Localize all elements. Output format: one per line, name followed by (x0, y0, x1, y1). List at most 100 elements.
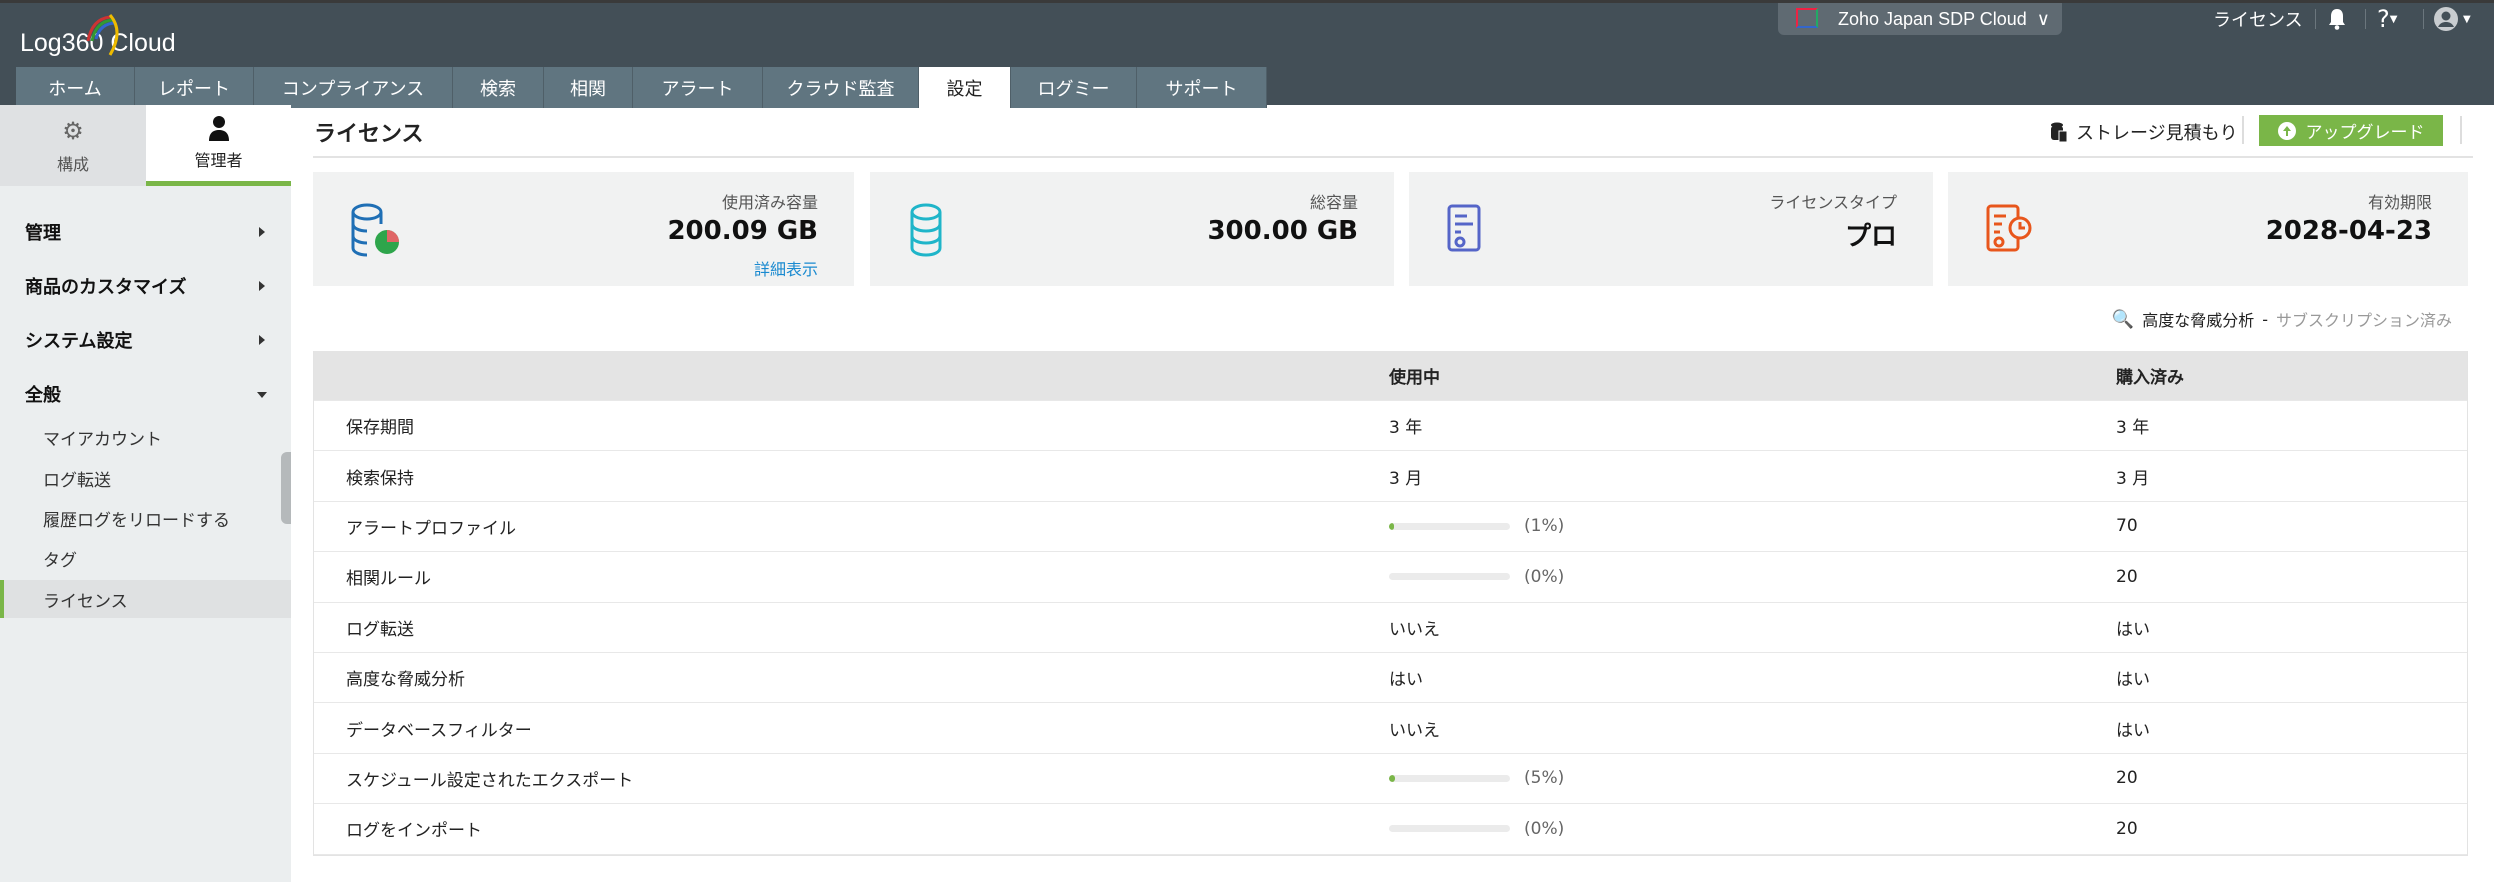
purchased-cell: はい (2116, 619, 2150, 640)
divider (2315, 9, 2316, 29)
tab-alerts[interactable]: アラート (633, 67, 763, 108)
card-value: 200.09 GB (667, 216, 818, 246)
card-label: ライセンスタイプ (1769, 193, 1897, 212)
upgrade-button[interactable]: アップグレード (2259, 115, 2443, 146)
table-row: 高度な脅威分析 はい はい (314, 653, 2467, 704)
storage-estimate-button[interactable]: ストレージ見積もり (2050, 119, 2238, 145)
purchased-cell: はい (2116, 720, 2150, 741)
sidebar-section-management[interactable]: 管理 (25, 219, 61, 245)
usage-percent: (0%) (1524, 566, 1565, 587)
sidebar-item-reload-logs[interactable]: 履歴ログをリロードする (0, 499, 291, 537)
tab-compliance[interactable]: コンプライアンス (254, 67, 453, 108)
sidebar-section-customize[interactable]: 商品のカスタマイズ (25, 273, 186, 299)
sidebar-section-general[interactable]: 全般 (25, 381, 61, 407)
usage-cell: いいえ (1389, 720, 1440, 741)
sidebar-item-my-account[interactable]: マイアカウント (0, 418, 291, 456)
upload-arrow-icon (2277, 121, 2296, 140)
sidebar-item-license[interactable]: ライセンス (0, 580, 291, 618)
database-pie-icon (351, 203, 399, 257)
sidebar: ⚙ 構成 管理者 管理 商品のカスタマイズ システム設定 全般 マイアカウント … (0, 105, 291, 882)
card-value: 2028-04-23 (2265, 216, 2432, 246)
expiry-date-card: 有効期限 2028-04-23 (1948, 172, 2468, 286)
usage-percent: (0%) (1524, 818, 1565, 839)
divider (2242, 116, 2244, 144)
table-row: ログ転送 いいえ はい (314, 603, 2467, 653)
purchased-cell: 20 (2116, 818, 2138, 839)
feature-name: 相関ルール (346, 569, 431, 590)
usage-progress-bar (1389, 573, 1510, 581)
feature-name: 検索保持 (346, 468, 414, 489)
table-row: 相関ルール (0%) 20 (314, 552, 2467, 603)
table-row: 検索保持 3 月 3 月 (314, 451, 2467, 502)
tab-reports[interactable]: レポート (135, 67, 254, 108)
license-link[interactable]: ライセンス (2213, 3, 2303, 35)
chevron-right-icon (259, 281, 265, 291)
chevron-right-icon (259, 335, 265, 345)
feature-name: アラートプロファイル (346, 518, 516, 539)
logo[interactable]: Log360 Cloud (20, 14, 176, 58)
tab-support[interactable]: サポート (1137, 67, 1267, 108)
tab-search[interactable]: 検索 (453, 67, 544, 108)
tab-home[interactable]: ホーム (16, 67, 135, 108)
feature-name: ログをインポート (346, 821, 482, 842)
tab-cloud-audit[interactable]: クラウド監査 (763, 67, 919, 108)
card-value: 300.00 GB (1207, 216, 1358, 246)
bell-icon[interactable] (2327, 3, 2347, 35)
help-icon[interactable]: ? ▼ (2377, 3, 2397, 35)
usage-cell: (1%) (1389, 502, 1564, 551)
divider (2423, 9, 2424, 29)
user-icon (208, 116, 229, 141)
tab-settings[interactable]: 設定 (919, 67, 1011, 108)
license-table: 使用中 購入済み 保存期間 3 年 3 年検索保持 3 月 3 月アラートプロファイル (… (313, 351, 2468, 856)
purchased-cell: 20 (2116, 566, 2138, 587)
purchased-cell: 20 (2116, 768, 2138, 789)
usage-progress-bar (1389, 774, 1510, 782)
upgrade-label: アップグレード (2305, 123, 2425, 142)
table-header: 使用中 購入済み (314, 351, 2467, 401)
sidebar-tab-admin[interactable]: 管理者 (146, 105, 291, 186)
usage-cell: いいえ (1389, 619, 1440, 640)
card-label: 有効期限 (2367, 193, 2432, 212)
user-avatar-icon[interactable]: ▼ (2433, 3, 2471, 35)
table-row: アラートプロファイル (1%) 70 (314, 502, 2467, 553)
usage-percent: (1%) (1524, 516, 1565, 537)
feature-name: 高度な脅威分析 (346, 670, 465, 691)
tab-logme[interactable]: ログミー (1011, 67, 1137, 108)
usage-percent: (5%) (1524, 768, 1565, 789)
threat-status: サブスクリプション済み (2275, 311, 2452, 330)
usage-cell: 3 年 (1389, 418, 1423, 439)
sidebar-item-tags[interactable]: タグ (0, 539, 291, 577)
usage-cell: (0%) (1389, 552, 1564, 601)
card-label: 使用済み容量 (721, 193, 818, 212)
divider (2460, 116, 2462, 144)
tab-correlation[interactable]: 相関 (544, 67, 633, 108)
threat-label: 高度な脅威分析 (2142, 311, 2255, 330)
purchased-cell: 70 (2116, 516, 2138, 537)
card-label: 総容量 (1309, 193, 1358, 212)
certificate-icon (1447, 204, 1481, 252)
purchased-cell: はい (2116, 670, 2150, 691)
sidebar-section-system[interactable]: システム設定 (25, 327, 132, 353)
feature-name: ログ転送 (346, 619, 414, 640)
sidebar-item-log-forwarding[interactable]: ログ転送 (0, 459, 291, 497)
view-details-link[interactable]: 詳細表示 (754, 256, 818, 280)
threat-separator: - (2262, 309, 2268, 329)
sidebar-tab-config[interactable]: ⚙ 構成 (0, 105, 146, 186)
usage-progress-bar (1389, 522, 1510, 530)
sidebar-tab-admin-label: 管理者 (194, 151, 243, 170)
chevron-down-icon: ∨ (2036, 8, 2050, 29)
purchased-cell: 3 月 (2116, 468, 2150, 489)
table-row: スケジュール設定されたエクスポート (5%) 20 (314, 754, 2467, 805)
main-nav: ホーム レポート コンプライアンス 検索 相関 アラート クラウド監査 設定 ロ… (16, 67, 1267, 108)
org-selector[interactable]: Zoho Japan SDP Cloud ∨ (1778, 3, 2062, 35)
sidebar-collapse-handle[interactable] (281, 452, 291, 524)
license-type-card: ライセンスタイプ プロ (1409, 172, 1933, 286)
usage-progress-fill (1389, 522, 1394, 530)
card-value: プロ (1844, 222, 1897, 252)
purchased-cell: 3 年 (2116, 418, 2150, 439)
feature-name: データベースフィルター (346, 720, 532, 741)
threat-analysis-status: 🔍 高度な脅威分析 - サブスクリプション済み (2112, 307, 2452, 331)
threat-globe-icon: 🔍 (2111, 308, 2135, 330)
database-icon (910, 203, 942, 257)
usage-cell: 3 月 (1389, 468, 1423, 489)
